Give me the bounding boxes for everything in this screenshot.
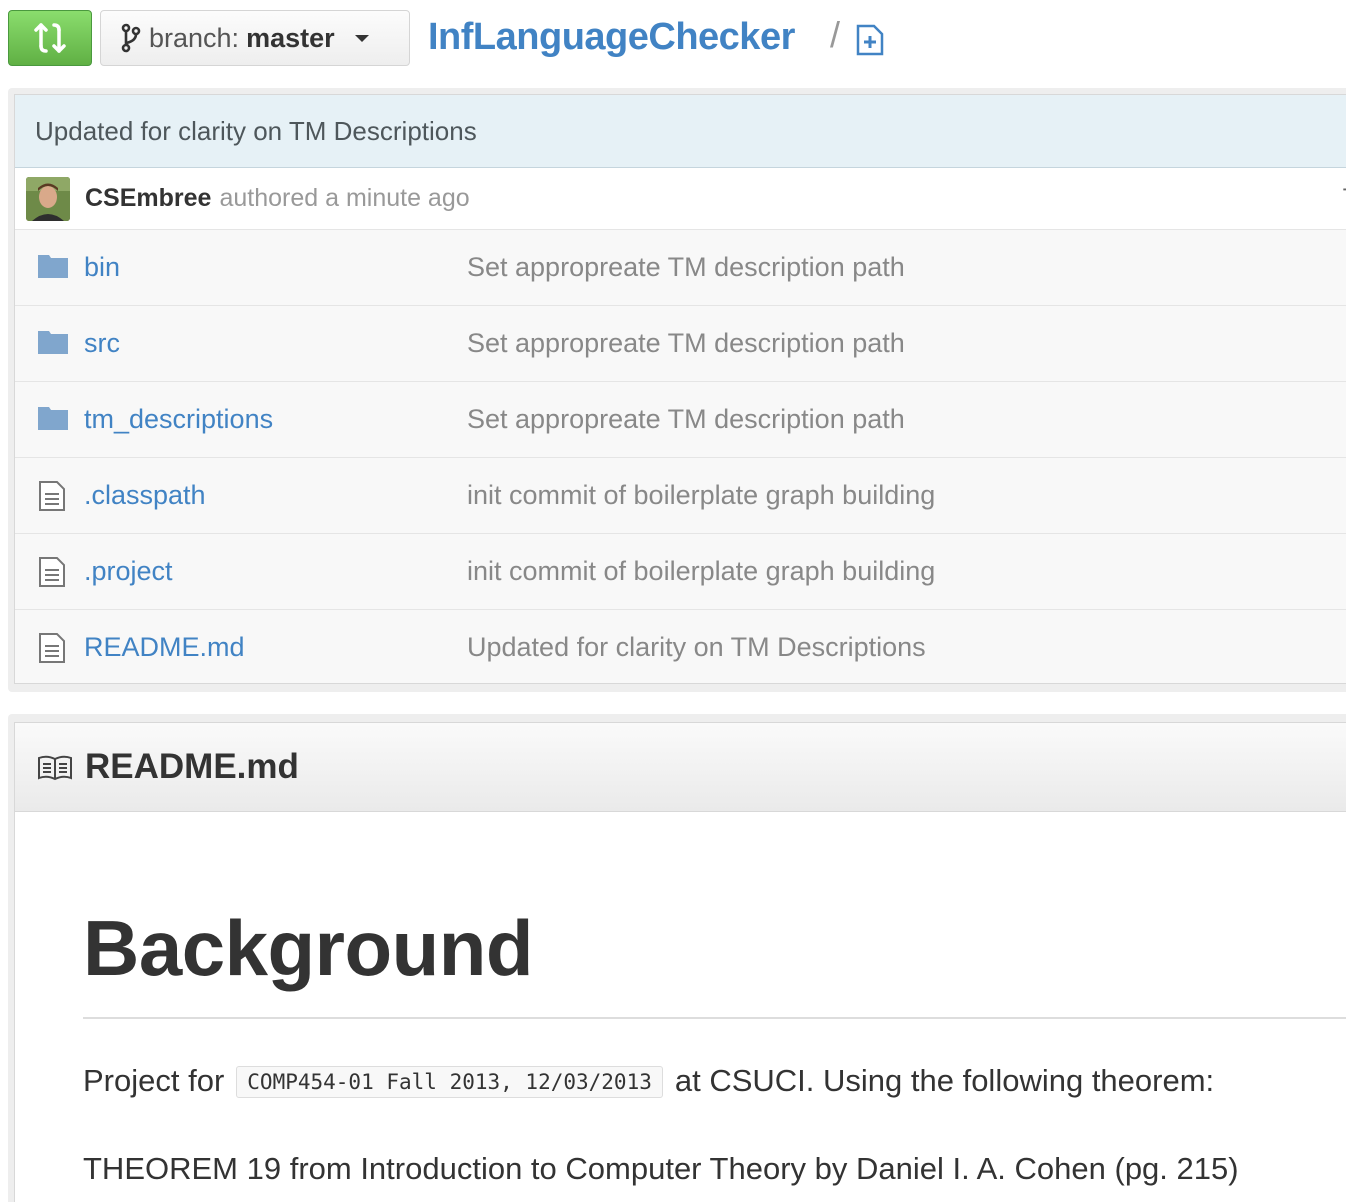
commit-message-text: Updated for clarity on TM Descriptions xyxy=(35,115,477,146)
path-separator: / xyxy=(830,14,841,55)
commit-time: authored a minute ago xyxy=(219,184,470,212)
file-text-icon xyxy=(39,633,65,663)
file-row[interactable]: src Set appropreate TM description path xyxy=(15,306,1346,382)
readme-paragraph: THEOREM 19 from Introduction to Computer… xyxy=(83,1151,1239,1186)
file-row[interactable]: tm_descriptions Set appropreate TM descr… xyxy=(15,382,1346,458)
repo-page: branch: master InfLanguageChecker / Upda… xyxy=(0,0,1346,1202)
readme-filename: README.md xyxy=(85,747,299,786)
file-list: bin Set appropreate TM description path … xyxy=(15,230,1346,685)
file-row[interactable]: bin Set appropreate TM description path xyxy=(15,230,1346,306)
commit-meta: CSEmbree authored a minute ago T xyxy=(15,168,1346,230)
file-row[interactable]: .project init commit of boilerplate grap… xyxy=(15,534,1346,610)
file-name-link[interactable]: src xyxy=(84,328,120,359)
compare-arrows-icon xyxy=(34,23,66,53)
folder-icon xyxy=(38,407,68,430)
commit-author[interactable]: CSEmbree xyxy=(85,184,211,213)
latest-commit-message[interactable]: Updated for clarity on TM Descriptions xyxy=(15,95,1346,168)
repo-name-link[interactable]: InfLanguageChecker xyxy=(428,12,795,62)
file-commit-message[interactable]: Set appropreate TM description path xyxy=(467,404,905,435)
new-file-icon[interactable] xyxy=(856,24,884,56)
readme-panel: README.md Background Project for COMP454-… xyxy=(14,722,1346,1202)
file-row[interactable]: .classpath init commit of boilerplate gr… xyxy=(15,458,1346,534)
compare-button[interactable] xyxy=(8,10,92,66)
file-commit-message[interactable]: Set appropreate TM description path xyxy=(467,252,905,283)
heading-divider xyxy=(83,1017,1346,1019)
file-row[interactable]: README.md Updated for clarity on TM Desc… xyxy=(15,610,1346,685)
avatar[interactable] xyxy=(26,176,70,221)
readme-heading: Background xyxy=(83,904,534,992)
file-text-icon xyxy=(39,481,65,511)
file-browser: Updated for clarity on TM Descriptions C… xyxy=(14,94,1346,684)
file-text-icon xyxy=(39,557,65,587)
file-name-link[interactable]: tm_descriptions xyxy=(84,404,273,435)
branch-name: master xyxy=(246,22,335,53)
readme-paragraph: Project for COMP454-01 Fall 2013, 12/03/2… xyxy=(83,1063,1214,1099)
paragraph-text: Project for xyxy=(83,1063,225,1098)
readme-header: README.md xyxy=(15,723,1346,812)
inline-code: COMP454-01 Fall 2013, 12/03/2013 xyxy=(236,1066,663,1098)
file-name-link[interactable]: .project xyxy=(84,556,173,587)
branch-icon xyxy=(121,23,141,53)
file-commit-message[interactable]: init commit of boilerplate graph buildin… xyxy=(467,480,935,511)
file-commit-message[interactable]: Set appropreate TM description path xyxy=(467,328,905,359)
file-name-link[interactable]: README.md xyxy=(84,632,245,663)
folder-icon xyxy=(38,331,68,354)
branch-selector[interactable]: branch: master xyxy=(100,10,410,66)
avatar-image xyxy=(26,176,70,221)
file-commit-message[interactable]: Updated for clarity on TM Descriptions xyxy=(467,632,926,663)
file-name-link[interactable]: bin xyxy=(84,252,120,283)
file-name-link[interactable]: .classpath xyxy=(84,480,206,511)
file-commit-message[interactable]: init commit of boilerplate graph buildin… xyxy=(467,556,935,587)
branch-label: branch: xyxy=(149,22,240,53)
chevron-down-icon xyxy=(354,34,369,42)
paragraph-text: at CSUCI. Using the following theorem: xyxy=(674,1063,1215,1098)
folder-icon xyxy=(38,255,68,278)
book-icon xyxy=(38,755,72,781)
